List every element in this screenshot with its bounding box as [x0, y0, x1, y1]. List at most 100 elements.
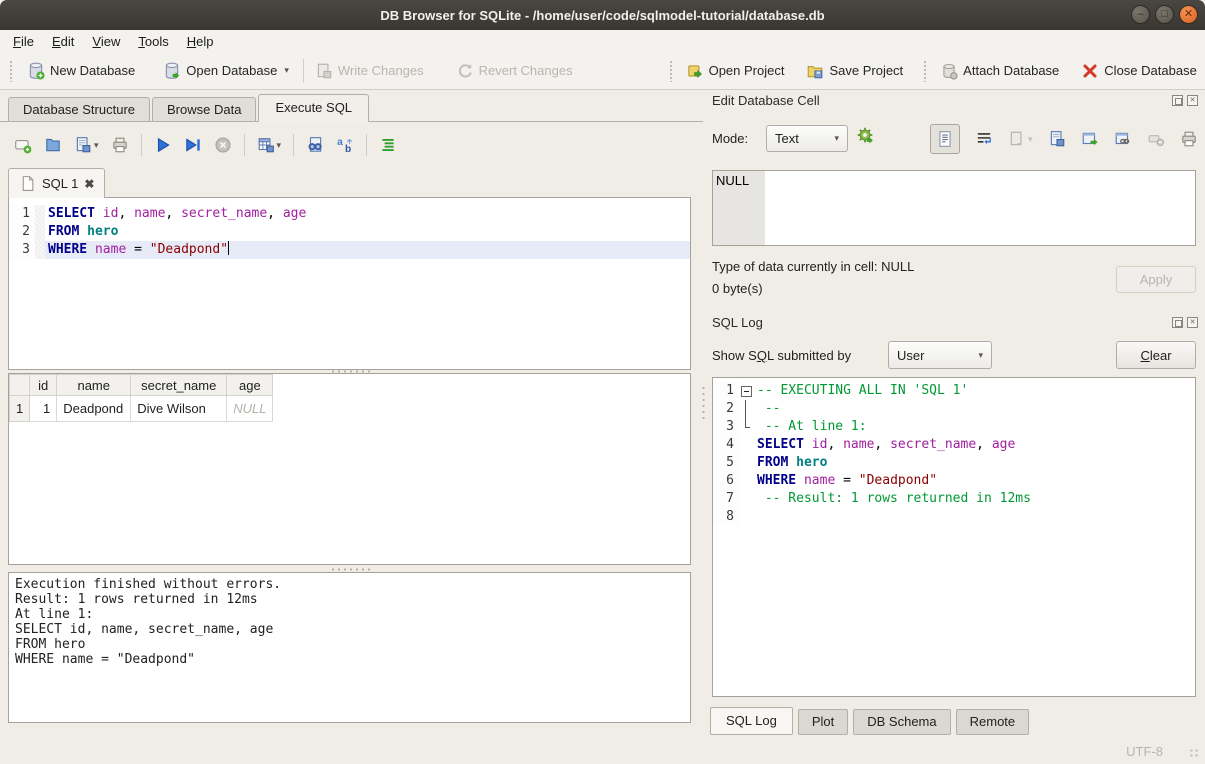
open-project-button[interactable]: Open Project: [682, 58, 789, 84]
close-button[interactable]: ✕: [1179, 5, 1198, 24]
export-dropdown-icon[interactable]: ▾: [277, 140, 282, 151]
cell-age[interactable]: NULL: [227, 396, 273, 422]
print-cell-icon[interactable]: [1180, 130, 1198, 148]
replace-icon[interactable]: ab: [336, 136, 354, 154]
copy-link-icon[interactable]: [1114, 130, 1132, 148]
close-database-button[interactable]: Close Database: [1077, 58, 1201, 84]
tab-browse-data[interactable]: Browse Data: [152, 97, 256, 122]
float-dock-icon[interactable]: [1172, 95, 1183, 106]
close-sql-tab-icon[interactable]: ✖: [84, 177, 94, 191]
column-header-secret-name[interactable]: secret_name: [131, 375, 227, 396]
tab-db-schema[interactable]: DB Schema: [853, 709, 950, 735]
close-database-icon: [1081, 62, 1099, 80]
find-icon[interactable]: [306, 136, 324, 154]
corner-header: [10, 375, 30, 396]
code-line-1: 1-- EXECUTING ALL IN 'SQL 1': [713, 382, 1195, 400]
print-sql-icon[interactable]: [111, 136, 129, 154]
clear-log-button[interactable]: Clear: [1116, 341, 1196, 369]
open-in-external-icon[interactable]: [1081, 130, 1099, 148]
cell-secret-name[interactable]: Dive Wilson: [131, 396, 227, 422]
titlebar[interactable]: DB Browser for SQLite - /home/user/code/…: [0, 0, 1205, 30]
tab-sql-log[interactable]: SQL Log: [710, 707, 793, 735]
sql-editor[interactable]: 1SELECT id, name, secret_name, age2FROM …: [8, 197, 691, 370]
results-grid[interactable]: idnamesecret_nameage 11DeadpondDive Wils…: [8, 373, 691, 565]
save-sql-file-icon[interactable]: ▾: [74, 136, 99, 154]
code-line-2: 2FROM hero: [9, 223, 690, 241]
tab-plot[interactable]: Plot: [798, 709, 848, 735]
toolbar-drag-handle[interactable]: [923, 60, 928, 82]
vertical-splitter-handle[interactable]: [701, 385, 706, 419]
close-dock-icon[interactable]: ✕: [1187, 317, 1198, 328]
minimize-button[interactable]: –: [1131, 5, 1150, 24]
row-header[interactable]: 1: [10, 396, 30, 422]
table-row: 11DeadpondDive WilsonNULL: [10, 396, 273, 422]
maximize-button[interactable]: □: [1155, 5, 1174, 24]
code-line-5: 5FROM hero: [713, 454, 1195, 472]
fold-marker[interactable]: [739, 382, 754, 400]
float-dock-icon[interactable]: [1172, 317, 1183, 328]
write-changes-button[interactable]: Write Changes: [311, 58, 428, 84]
tab-database-structure[interactable]: Database Structure: [8, 97, 150, 122]
fold-column: [739, 436, 754, 454]
column-header-id[interactable]: id: [30, 375, 57, 396]
resize-grip-icon[interactable]: [1189, 748, 1199, 758]
open-database-button[interactable]: Open Database ▾: [159, 58, 293, 84]
menu-edit[interactable]: Edit: [43, 32, 83, 51]
export-results-icon[interactable]: ▾: [257, 136, 282, 154]
close-dock-icon[interactable]: ✕: [1187, 95, 1198, 106]
sql-log-view[interactable]: 1-- EXECUTING ALL IN 'SQL 1'2 --3 -- At …: [712, 377, 1196, 697]
cell-value-editor[interactable]: NULL: [712, 170, 1196, 246]
tab-remote[interactable]: Remote: [956, 709, 1030, 735]
execution-message[interactable]: Execution finished without errors.Result…: [8, 572, 691, 723]
code-line-1: 1SELECT id, name, secret_name, age: [9, 205, 690, 223]
execute-all-icon[interactable]: [154, 136, 172, 154]
toolbar-separator: [141, 134, 142, 156]
message-line: At line 1:: [15, 607, 684, 622]
window-controls: – □ ✕: [1131, 5, 1198, 24]
open-database-dropdown-icon[interactable]: ▾: [284, 65, 289, 76]
cell-id[interactable]: 1: [30, 396, 57, 422]
new-database-button[interactable]: New Database: [23, 58, 139, 84]
fold-marker: [739, 418, 754, 436]
column-header-age[interactable]: age: [227, 375, 273, 396]
export-data-icon[interactable]: [1048, 130, 1066, 148]
results-header-row: idnamesecret_nameage: [10, 375, 273, 396]
new-sql-tab-icon[interactable]: [14, 136, 32, 154]
column-header-name[interactable]: name: [57, 375, 131, 396]
open-sql-file-icon[interactable]: [44, 136, 62, 154]
menu-tools[interactable]: Tools: [129, 32, 177, 51]
code-line-3: 3 -- At line 1:: [713, 418, 1195, 436]
toolbar-separator: [293, 134, 294, 156]
attach-database-button[interactable]: Attach Database: [936, 58, 1063, 84]
cell-name[interactable]: Deadpond: [57, 396, 131, 422]
menu-view[interactable]: View: [83, 32, 129, 51]
sql-editor-toolbar: ▾ ▾ ab: [14, 130, 397, 160]
format-sql-icon[interactable]: [379, 136, 397, 154]
toolbar-drag-handle[interactable]: [9, 60, 14, 82]
mode-combobox[interactable]: Text▾: [766, 125, 848, 152]
log-filter-combobox[interactable]: User▾: [888, 341, 992, 369]
apply-button[interactable]: Apply: [1116, 266, 1196, 293]
tab-sql-1[interactable]: SQL 1 ✖: [8, 168, 105, 198]
word-wrap-icon[interactable]: [975, 130, 993, 148]
save-sql-dropdown-icon[interactable]: ▾: [94, 140, 99, 151]
menu-file[interactable]: File: [4, 32, 43, 51]
revert-changes-button[interactable]: Revert Changes: [452, 58, 577, 84]
log-filter-label: Show SQL submitted by: [712, 348, 851, 363]
cell-size-info: 0 byte(s): [712, 281, 763, 296]
text-mode-icon[interactable]: [930, 124, 960, 154]
save-project-button[interactable]: Save Project: [802, 58, 907, 84]
mode-label: Mode:: [712, 131, 748, 146]
encoding-indicator[interactable]: UTF-8: [1126, 744, 1163, 759]
menu-help[interactable]: Help: [178, 32, 223, 51]
import-data-icon[interactable]: ▾: [1008, 130, 1033, 148]
set-null-icon[interactable]: [1147, 130, 1165, 148]
tab-execute-sql[interactable]: Execute SQL: [258, 94, 369, 122]
stop-execution-icon[interactable]: [214, 136, 232, 154]
message-line: Execution finished without errors.: [15, 577, 684, 592]
execute-current-line-icon[interactable]: [184, 136, 202, 154]
apply-mode-icon[interactable]: [856, 126, 874, 144]
toolbar-drag-handle[interactable]: [669, 60, 674, 82]
menubar: FileEditViewToolsHelp: [0, 30, 1205, 52]
code-line-4: 4SELECT id, name, secret_name, age: [713, 436, 1195, 454]
